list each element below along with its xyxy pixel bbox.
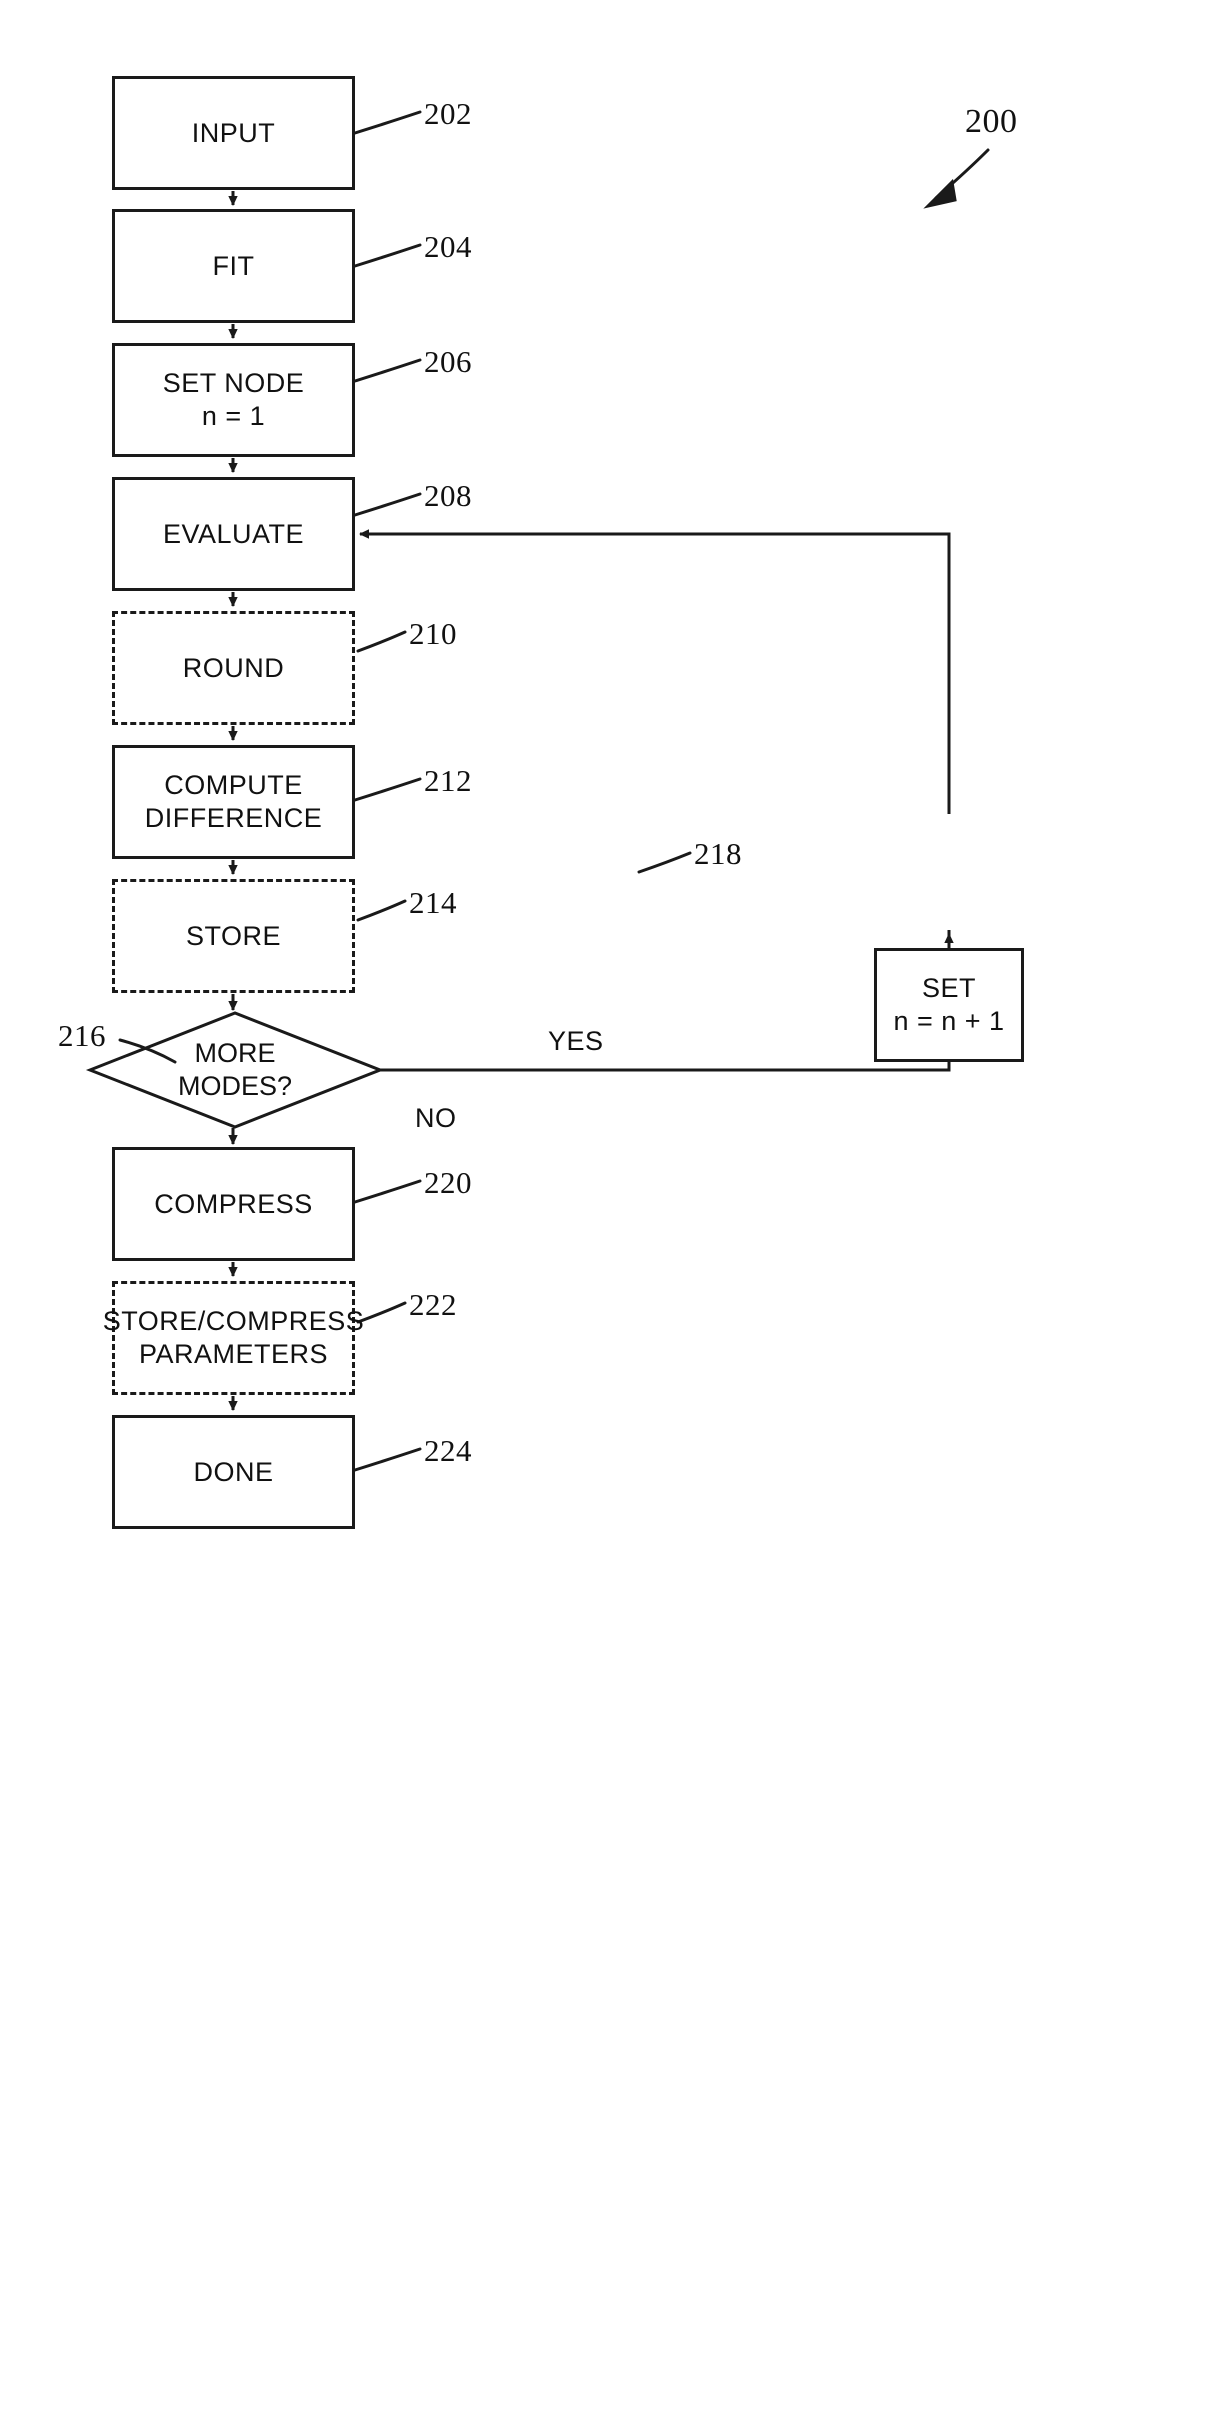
leader-214 xyxy=(356,899,407,922)
ref-224: 224 xyxy=(424,1433,472,1468)
node-done-label: DONE xyxy=(193,1456,274,1487)
ref-210: 210 xyxy=(409,616,457,651)
arrowhead-figure-200 xyxy=(923,178,957,209)
leader-204 xyxy=(353,243,422,268)
node-store-compress-parameters-label: STORE/COMPRESS PARAMETERS xyxy=(102,1306,365,1369)
edge-decision-yes-to-setincr xyxy=(380,930,951,1072)
leader-208 xyxy=(353,492,422,517)
ref-214: 214 xyxy=(409,885,457,920)
node-fit[interactable]: FIT xyxy=(112,209,355,323)
node-compute-difference[interactable]: COMPUTE DIFFERENCE xyxy=(112,745,355,859)
figure-reference-200: 200 xyxy=(965,103,1018,140)
node-set-increment-label: SET n = n + 1 xyxy=(893,973,1005,1036)
node-round[interactable]: ROUND xyxy=(112,611,355,725)
node-done[interactable]: DONE xyxy=(112,1415,355,1529)
node-compute-difference-label: COMPUTE DIFFERENCE xyxy=(144,770,323,833)
node-input[interactable]: INPUT xyxy=(112,76,355,190)
node-set-node[interactable]: SET NODE n = 1 xyxy=(112,343,355,457)
ref-202: 202 xyxy=(424,96,472,131)
node-store[interactable]: STORE xyxy=(112,879,355,993)
leader-212 xyxy=(353,777,422,802)
ref-206: 206 xyxy=(424,344,472,379)
node-round-label: ROUND xyxy=(182,652,285,683)
leader-210 xyxy=(356,630,407,653)
ref-204: 204 xyxy=(424,229,472,264)
node-input-label: INPUT xyxy=(191,117,276,148)
flowchart-canvas: INPUT FIT SET NODE n = 1 EVALUATE ROUND … xyxy=(0,0,1218,2427)
leader-202 xyxy=(353,110,422,135)
leader-figure-200 xyxy=(934,148,990,200)
node-more-modes-label: MORE MODES? xyxy=(177,1038,293,1101)
leader-218 xyxy=(637,851,692,874)
leader-206 xyxy=(353,358,422,383)
ref-212: 212 xyxy=(424,763,472,798)
edge-label-no: NO xyxy=(415,1103,457,1133)
node-evaluate-label: EVALUATE xyxy=(162,518,305,549)
leader-220 xyxy=(353,1179,422,1204)
node-evaluate[interactable]: EVALUATE xyxy=(112,477,355,591)
ref-222: 222 xyxy=(409,1287,457,1322)
edge-label-yes: YES xyxy=(548,1026,604,1056)
node-more-modes[interactable]: MORE MODES? xyxy=(90,1013,380,1127)
ref-208: 208 xyxy=(424,478,472,513)
node-fit-label: FIT xyxy=(212,250,255,281)
ref-220: 220 xyxy=(424,1165,472,1200)
leader-222 xyxy=(356,1301,407,1324)
node-compress-label: COMPRESS xyxy=(154,1188,313,1219)
node-set-increment[interactable]: SET n = n + 1 xyxy=(874,948,1024,1062)
node-set-node-label: SET NODE n = 1 xyxy=(162,368,305,431)
node-store-compress-parameters[interactable]: STORE/COMPRESS PARAMETERS xyxy=(103,1281,364,1395)
leader-224 xyxy=(353,1447,422,1472)
ref-218: 218 xyxy=(694,836,742,871)
node-store-label: STORE xyxy=(185,920,282,951)
ref-216: 216 xyxy=(58,1018,106,1053)
node-compress[interactable]: COMPRESS xyxy=(112,1147,355,1261)
